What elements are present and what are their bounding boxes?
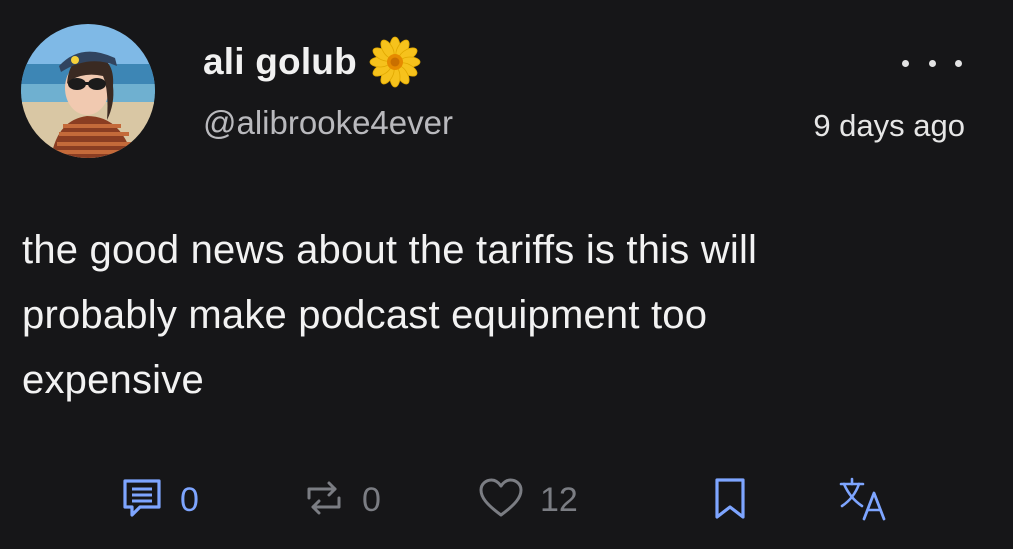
- repost-button[interactable]: 0: [302, 476, 381, 525]
- reply-icon: [120, 476, 164, 525]
- reply-button[interactable]: 0: [120, 476, 199, 525]
- repost-count: 0: [362, 481, 381, 519]
- avatar[interactable]: [21, 24, 155, 158]
- more-dot-icon: [902, 59, 909, 67]
- sunflower-icon: [369, 36, 421, 88]
- repost-icon: [302, 476, 346, 525]
- post-actions-bar: 0 0 12: [0, 470, 1013, 530]
- bookmark-button[interactable]: [712, 476, 748, 527]
- post-text-line: the good news about the tariffs is this …: [22, 228, 758, 272]
- heart-icon: [478, 476, 524, 525]
- more-dot-icon: [955, 59, 962, 67]
- like-count: 12: [540, 481, 578, 519]
- like-button[interactable]: 12: [478, 476, 578, 525]
- reply-count: 0: [180, 481, 199, 519]
- more-dot-icon: [928, 59, 936, 67]
- post-text-line: expensive: [22, 358, 204, 402]
- translate-button[interactable]: [838, 476, 888, 527]
- more-options-button[interactable]: [902, 50, 962, 76]
- bookmark-icon: [712, 476, 748, 527]
- translate-icon: [838, 476, 888, 527]
- post-card: ali golub @alibrooke4ever 9 days ago the…: [0, 0, 1013, 549]
- post-timestamp[interactable]: 9 days ago: [813, 108, 965, 144]
- display-name[interactable]: ali golub: [203, 41, 357, 83]
- post-text-line: probably make podcast equipment too: [22, 293, 708, 337]
- post-text: the good news about the tariffs is this …: [22, 218, 952, 413]
- avatar-photo: [21, 24, 155, 158]
- user-handle[interactable]: @alibrooke4ever: [203, 104, 453, 142]
- author-name-row: ali golub: [203, 36, 421, 88]
